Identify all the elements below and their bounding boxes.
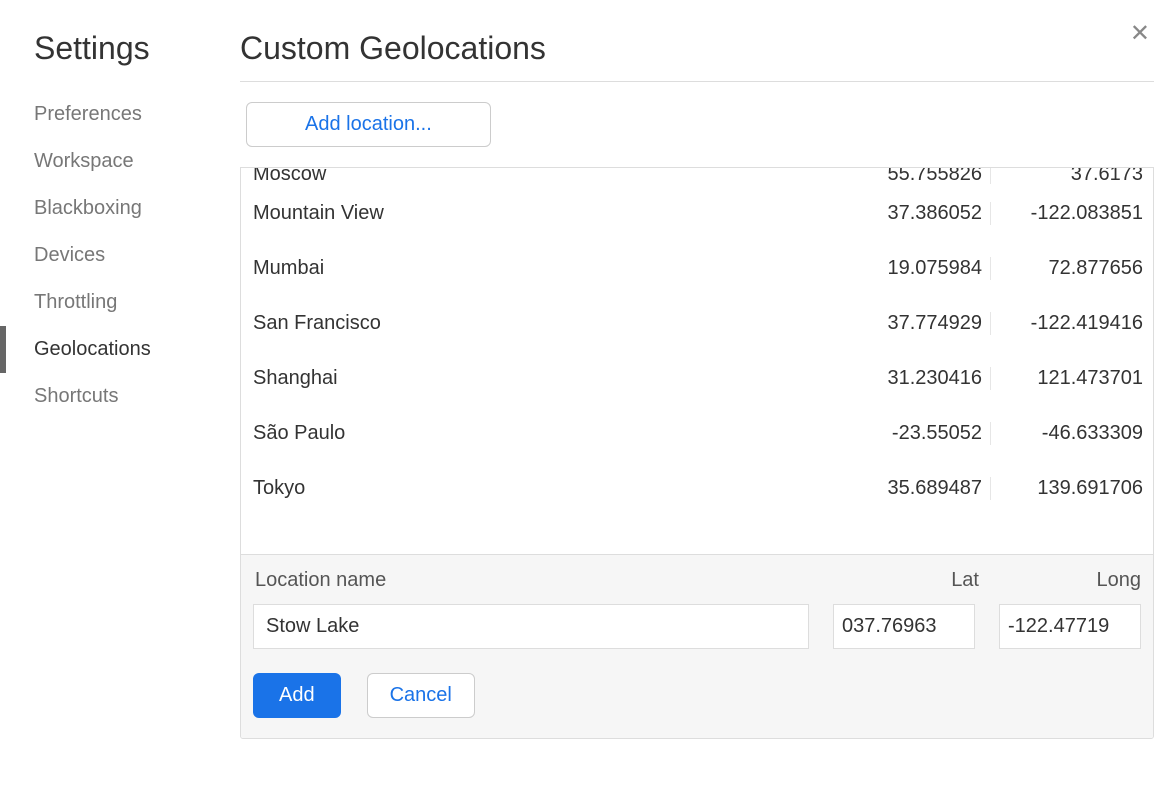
location-name-cell: Moscow (251, 168, 833, 184)
sidebar-item-throttling[interactable]: Throttling (30, 279, 240, 326)
table-row[interactable]: Mountain View 37.386052 -122.083851 (241, 186, 1153, 241)
location-long-cell: 72.877656 (991, 257, 1143, 280)
location-long-cell: -122.419416 (991, 312, 1143, 335)
table-row[interactable]: Shanghai 31.230416 121.473701 (241, 351, 1153, 406)
location-lat-input[interactable] (833, 604, 975, 649)
sidebar-title: Settings (30, 30, 240, 67)
table-row[interactable]: São Paulo -23.55052 -46.633309 (241, 406, 1153, 461)
location-lat-cell: -23.55052 (833, 422, 991, 445)
locations-table: Moscow 55.755826 37.6173 Mountain View 3… (240, 167, 1154, 739)
location-name-input[interactable] (253, 604, 809, 649)
table-row[interactable]: Moscow 55.755826 37.6173 (241, 168, 1153, 186)
sidebar-item-preferences[interactable]: Preferences (30, 91, 240, 138)
sidebar: Settings Preferences Workspace Blackboxi… (30, 30, 240, 739)
location-name-cell: Tokyo (251, 477, 833, 500)
location-lat-cell: 37.774929 (833, 312, 991, 335)
sidebar-item-workspace[interactable]: Workspace (30, 138, 240, 185)
cancel-button[interactable]: Cancel (367, 673, 475, 718)
location-lat-cell: 19.075984 (833, 257, 991, 280)
main-content: Custom Geolocations Add location... Mosc… (240, 30, 1176, 739)
location-long-cell: 37.6173 (991, 168, 1143, 184)
location-long-cell: -122.083851 (991, 202, 1143, 225)
location-long-cell: 139.691706 (991, 477, 1143, 500)
sidebar-item-geolocations[interactable]: Geolocations (30, 326, 240, 373)
location-lat-cell: 31.230416 (833, 367, 991, 390)
location-name-cell: Mumbai (251, 257, 833, 280)
page-title: Custom Geolocations (240, 30, 1154, 67)
table-scroll-area[interactable]: Moscow 55.755826 37.6173 Mountain View 3… (241, 168, 1153, 554)
form-label-long: Long (989, 569, 1141, 592)
add-button[interactable]: Add (253, 673, 341, 718)
sidebar-item-shortcuts[interactable]: Shortcuts (30, 373, 240, 420)
location-long-input[interactable] (999, 604, 1141, 649)
location-name-cell: Shanghai (251, 367, 833, 390)
table-row[interactable]: Tokyo 35.689487 139.691706 (241, 461, 1153, 516)
close-icon[interactable]: ✕ (1130, 22, 1150, 46)
add-location-button[interactable]: Add location... (246, 102, 491, 147)
add-location-form: Location name Lat Long Add Cancel (241, 554, 1153, 738)
location-lat-cell: 55.755826 (833, 168, 991, 184)
table-row[interactable]: Mumbai 19.075984 72.877656 (241, 241, 1153, 296)
table-row[interactable]: San Francisco 37.774929 -122.419416 (241, 296, 1153, 351)
sidebar-item-devices[interactable]: Devices (30, 232, 240, 279)
title-separator (240, 81, 1154, 82)
location-name-cell: San Francisco (251, 312, 833, 335)
location-long-cell: 121.473701 (991, 367, 1143, 390)
location-name-cell: São Paulo (251, 422, 833, 445)
form-label-name: Location name (253, 569, 831, 592)
location-lat-cell: 35.689487 (833, 477, 991, 500)
location-name-cell: Mountain View (251, 202, 833, 225)
location-lat-cell: 37.386052 (833, 202, 991, 225)
location-long-cell: -46.633309 (991, 422, 1143, 445)
form-label-lat: Lat (831, 569, 989, 592)
sidebar-item-blackboxing[interactable]: Blackboxing (30, 185, 240, 232)
